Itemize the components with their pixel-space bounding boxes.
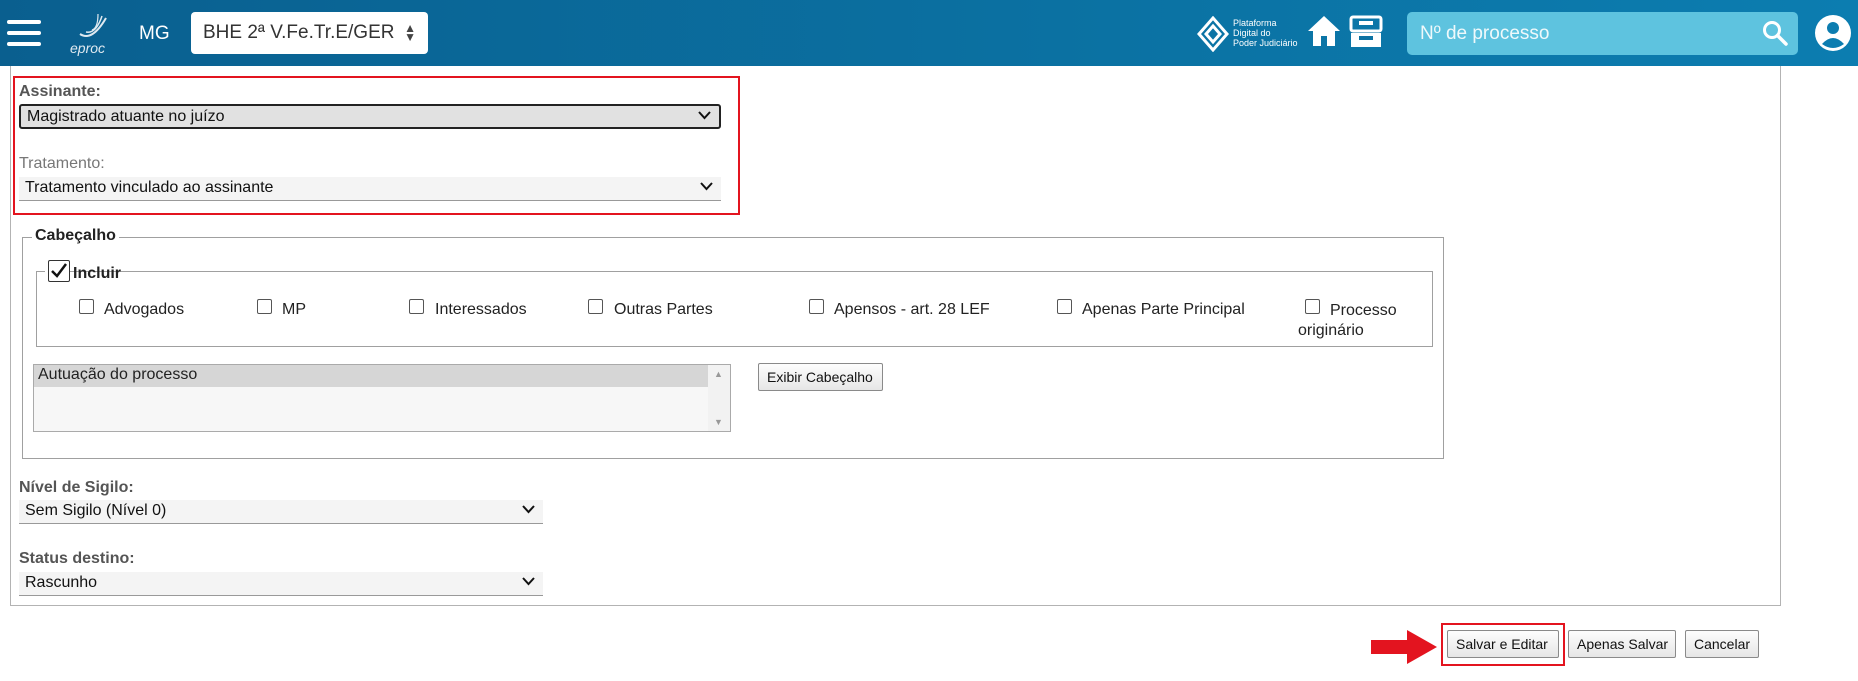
chevron-down-icon xyxy=(522,574,535,589)
option-processo-originario-line2: originário xyxy=(1298,322,1364,339)
option-outras-partes-label: Outras Partes xyxy=(614,301,713,318)
pdpj-logo-icon xyxy=(1197,16,1229,52)
option-processo-originario-line1: Processo xyxy=(1330,302,1397,319)
assinante-value: Magistrado atuante no juízo xyxy=(27,108,225,125)
status-value: Rascunho xyxy=(25,574,98,591)
top-bar: eproc MG BHE 2ª V.Fe.Tr.E/GER ▲ ▼ Platafo… xyxy=(0,0,1858,66)
state-label: MG xyxy=(139,23,170,44)
option-processo-originario-label: Processo originário xyxy=(1298,301,1397,341)
eproc-logo[interactable]: eproc xyxy=(70,10,112,56)
user-avatar-icon[interactable] xyxy=(1814,14,1852,52)
inbox-icon[interactable] xyxy=(1349,15,1383,49)
option-apensos-label: Apensos - art. 28 LEF xyxy=(834,301,990,318)
sigilo-select[interactable]: Sem Sigilo (Nível 0) xyxy=(19,500,543,524)
org-unit-value: BHE 2ª V.Fe.Tr.E/GER xyxy=(203,22,395,43)
listbox-scrollbar[interactable]: ▲ ▼ xyxy=(708,365,730,431)
checkbox-outras-partes[interactable] xyxy=(588,299,603,314)
checkbox-interessados[interactable] xyxy=(409,299,424,314)
hamburger-menu-icon[interactable] xyxy=(7,20,41,46)
exibir-cabecalho-button[interactable]: Exibir Cabeçalho xyxy=(758,363,883,391)
save-and-edit-button[interactable]: Salvar e Editar xyxy=(1447,630,1559,658)
option-apenas-parte-principal-label: Apenas Parte Principal xyxy=(1082,301,1245,318)
pdpj-text-3: Poder Judiciário xyxy=(1233,38,1298,48)
status-select[interactable]: Rascunho xyxy=(19,572,543,596)
option-mp-label: MP xyxy=(282,301,306,318)
checkbox-apenas-parte-principal[interactable] xyxy=(1057,299,1072,314)
sort-arrows-icon: ▲ ▼ xyxy=(404,21,416,44)
scroll-up-icon[interactable]: ▲ xyxy=(714,369,723,379)
search-placeholder: Nº de processo xyxy=(1420,23,1550,44)
eproc-logo-mark-icon xyxy=(79,13,107,37)
chevron-down-icon xyxy=(698,108,711,123)
scroll-down-icon[interactable]: ▼ xyxy=(714,417,723,427)
chevron-down-icon xyxy=(700,179,713,194)
list-item[interactable]: Autuação do processo xyxy=(34,365,709,387)
sigilo-label: Nível de Sigilo: xyxy=(19,479,134,496)
tratamento-value: Tratamento vinculado ao assinante xyxy=(25,179,274,196)
assinante-select[interactable]: Magistrado atuante no juízo xyxy=(19,104,721,129)
cabecalho-legend: Cabeçalho xyxy=(32,227,119,245)
pdpj-text-1: Plataforma xyxy=(1233,18,1277,28)
checkmark-icon xyxy=(51,263,67,278)
assinante-label: Assinante: xyxy=(19,83,101,100)
incluir-checkbox[interactable] xyxy=(48,260,70,282)
option-interessados-label: Interessados xyxy=(435,301,527,318)
process-search-field[interactable]: Nº de processo xyxy=(1407,12,1798,55)
status-label: Status destino: xyxy=(19,550,135,567)
arrow-right-icon xyxy=(1371,630,1437,664)
incluir-label: Incluir xyxy=(73,265,122,282)
checkbox-advogados[interactable] xyxy=(79,299,94,314)
save-only-button[interactable]: Apenas Salvar xyxy=(1568,630,1676,658)
logo-text: eproc xyxy=(70,40,106,56)
org-unit-select[interactable]: BHE 2ª V.Fe.Tr.E/GER ▲ ▼ xyxy=(191,12,428,54)
chevron-down-icon xyxy=(522,502,535,517)
incluir-legend: Incluir xyxy=(45,259,121,285)
home-icon[interactable] xyxy=(1306,13,1342,49)
option-advogados-label: Advogados xyxy=(104,301,185,318)
pdpj-text-2: Digital do xyxy=(1233,28,1271,38)
tratamento-label: Tratamento: xyxy=(19,155,105,172)
cancel-button[interactable]: Cancelar xyxy=(1685,630,1759,658)
sigilo-value: Sem Sigilo (Nível 0) xyxy=(25,502,167,519)
search-icon[interactable] xyxy=(1762,20,1788,46)
cabecalho-listbox[interactable]: Autuação do processo ▲ ▼ xyxy=(33,364,731,432)
tratamento-select[interactable]: Tratamento vinculado ao assinante xyxy=(19,177,721,201)
pdpj-logo[interactable]: Plataforma Digital do Poder Judiciário xyxy=(1197,14,1302,54)
checkbox-apensos[interactable] xyxy=(809,299,824,314)
checkbox-mp[interactable] xyxy=(257,299,272,314)
